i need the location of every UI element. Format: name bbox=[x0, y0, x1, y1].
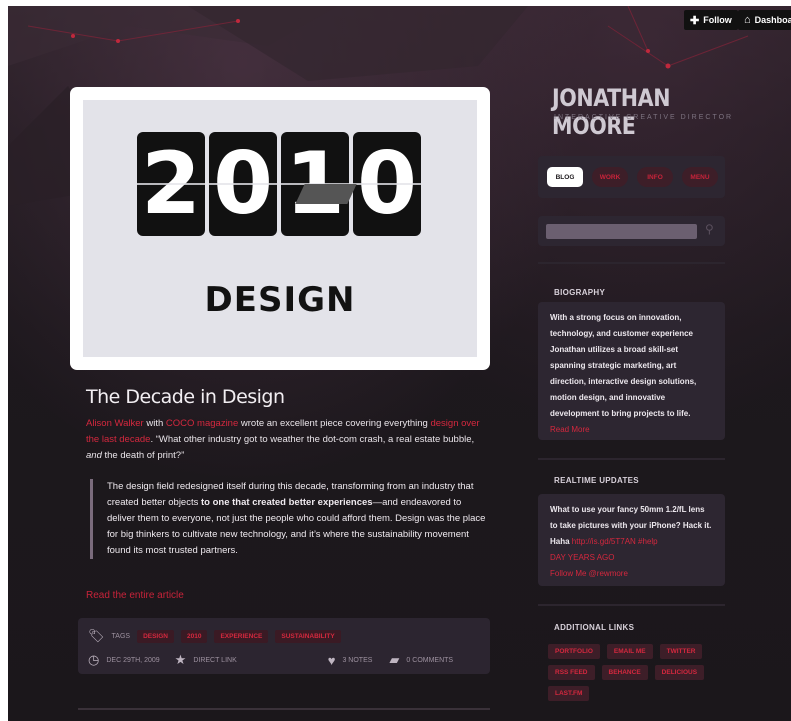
link-portfolio[interactable]: PORTFOLIO bbox=[548, 644, 600, 659]
post-title[interactable]: The Decade in Design bbox=[86, 386, 285, 408]
heart-icon: ♥ bbox=[327, 652, 336, 668]
quote-bold: to one that created better experiences bbox=[201, 497, 373, 508]
search-icon[interactable]: ⚲ bbox=[705, 222, 714, 236]
post-meta: 🏷 TAGS DESIGN 2010 EXPERIENCE SUSTAINABI… bbox=[78, 618, 490, 674]
nav-info[interactable]: INFO bbox=[637, 167, 673, 187]
search-box: ⚲ bbox=[538, 216, 725, 246]
tag-pill[interactable]: SUSTAINABILITY bbox=[275, 629, 341, 643]
update-time[interactable]: DAY YEARS AGO bbox=[550, 553, 614, 562]
intro-text: wrote an excellent piece covering everyt… bbox=[238, 418, 431, 429]
tags-label: TAGS bbox=[111, 632, 131, 640]
comments-count[interactable]: 0 COMMENTS bbox=[406, 657, 453, 664]
author-link[interactable]: Alison Walker bbox=[86, 418, 144, 429]
nav-work[interactable]: WORK bbox=[592, 167, 628, 187]
divider bbox=[538, 458, 725, 460]
tag-pill[interactable]: DESIGN bbox=[137, 629, 174, 643]
notes-count[interactable]: 3 NOTES bbox=[342, 657, 372, 664]
divider bbox=[78, 708, 490, 710]
follow-button[interactable]: ✚ Follow bbox=[684, 10, 738, 30]
additional-links: PORTFOLIO EMAIL ME TWITTER RSS FEED BEHA… bbox=[548, 644, 728, 701]
link-email[interactable]: EMAIL ME bbox=[606, 644, 653, 659]
flip-clock: 2 0 1 0 bbox=[137, 132, 421, 236]
read-article-link[interactable]: Read the entire article bbox=[86, 590, 184, 601]
site-title[interactable]: JONATHAN MOORE bbox=[552, 84, 758, 140]
nav-menu[interactable]: MENU bbox=[682, 167, 718, 187]
update-link[interactable]: http://is.gd/5T7AN #help bbox=[572, 537, 658, 546]
tag-pill[interactable]: 2010 bbox=[180, 629, 208, 643]
intro-text: the death of print?” bbox=[101, 450, 185, 461]
updates-heading: REALTIME UPDATES bbox=[554, 476, 639, 485]
comment-icon: ▰ bbox=[389, 652, 400, 667]
link-twitter[interactable]: TWITTER bbox=[659, 644, 703, 659]
intro-text: with bbox=[143, 418, 166, 429]
direct-link[interactable]: DIRECT LINK bbox=[193, 657, 236, 664]
intro-text: . “What other industry got to weather th… bbox=[150, 434, 475, 445]
follow-twitter-link[interactable]: Follow Me @rewmore bbox=[550, 569, 628, 578]
site-subtitle: INTERACTIVE CREATIVE DIRECTOR bbox=[554, 114, 734, 121]
divider bbox=[538, 604, 725, 606]
divider bbox=[538, 262, 725, 264]
info-row: ◷ DEC 29TH, 2009 ★ DIRECT LINK ♥ 3 NOTES… bbox=[88, 652, 480, 668]
clock-icon: ◷ bbox=[88, 652, 100, 667]
search-input[interactable] bbox=[546, 224, 697, 239]
house-icon: ⌂ bbox=[744, 14, 751, 26]
biography-heading: BIOGRAPHY bbox=[554, 288, 606, 297]
biography-text: With a strong focus on innovation, techn… bbox=[550, 313, 697, 418]
flip-flap bbox=[295, 184, 357, 204]
tags-row: 🏷 TAGS DESIGN 2010 EXPERIENCE SUSTAINABI… bbox=[88, 628, 341, 644]
post-hero-image: 2 0 1 0 DESIGN bbox=[70, 87, 490, 370]
link-rss[interactable]: RSS FEED bbox=[548, 665, 595, 680]
flip-digit: 0 bbox=[209, 132, 277, 236]
updates-box: What to use your fancy 50mm 1.2/fL lens … bbox=[538, 494, 725, 586]
hero-word: DESIGN bbox=[204, 280, 356, 320]
publication-link[interactable]: COCO magazine bbox=[166, 418, 238, 429]
flip-digit: 0 bbox=[353, 132, 421, 236]
tag-icon: 🏷 bbox=[88, 628, 105, 643]
main-nav: BLOG WORK INFO MENU bbox=[538, 156, 725, 198]
link-lastfm[interactable]: LAST.FM bbox=[548, 686, 590, 701]
nav-blog[interactable]: BLOG bbox=[547, 167, 583, 187]
post-intro: Alison Walker with COCO magazine wrote a… bbox=[86, 416, 491, 464]
link-delicious[interactable]: DELICIOUS bbox=[654, 665, 705, 680]
post-date: DEC 29TH, 2009 bbox=[106, 656, 160, 664]
post-blockquote: The design field redesigned itself durin… bbox=[90, 479, 490, 559]
bio-read-more[interactable]: Read More bbox=[550, 425, 590, 434]
follow-label: Follow bbox=[703, 15, 732, 25]
tag-pill[interactable]: EXPERIENCE bbox=[214, 629, 269, 643]
link-behance[interactable]: BEHANCE bbox=[601, 665, 648, 680]
dashboard-button[interactable]: ⌂ Dashboa bbox=[738, 10, 791, 30]
dashboard-label: Dashboa bbox=[754, 15, 791, 25]
flip-digit: 2 bbox=[137, 132, 205, 236]
biography-box: With a strong focus on innovation, techn… bbox=[538, 302, 725, 440]
tumblr-blog-page: ✚ Follow ⌂ Dashboa 2 0 1 0 DESIGN The De… bbox=[8, 6, 791, 721]
links-heading: ADDITIONAL LINKS bbox=[554, 623, 635, 632]
star-icon: ★ bbox=[174, 652, 187, 667]
plus-icon: ✚ bbox=[690, 14, 700, 27]
intro-emphasis: and bbox=[86, 450, 102, 461]
